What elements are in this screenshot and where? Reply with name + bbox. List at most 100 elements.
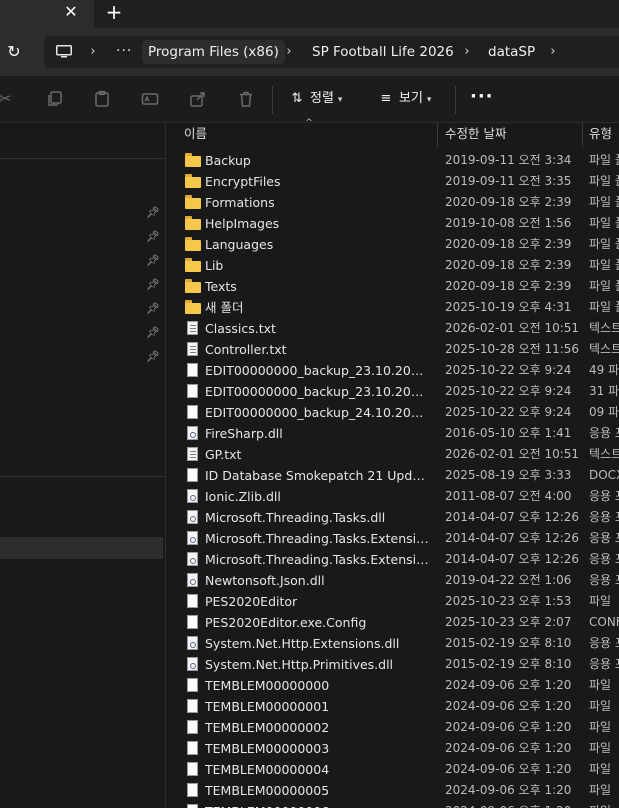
pin-icon[interactable]: 📌︎ (146, 350, 160, 364)
file-row[interactable]: Formations 2020-09-18 오후 2:39 파일 폴더 (166, 192, 619, 213)
column-modified[interactable]: 수정한 날짜 (445, 123, 506, 147)
file-name: PES2020Editor (205, 594, 298, 609)
file-row[interactable]: System.Net.Http.Extensions.dll 2015-02-19… (166, 633, 619, 654)
file-type: 응용 프로그램 확장 (589, 573, 619, 587)
computer-icon[interactable] (56, 45, 72, 58)
sort-button[interactable]: ⇅ 정렬 ▾ (288, 88, 343, 110)
breadcrumb-datasp[interactable]: dataSP (482, 40, 541, 64)
file-type: 31 파일 (589, 384, 619, 398)
file-modified-date: 2015-02-19 오후 8:10 (445, 636, 572, 650)
file-row[interactable]: System.Net.Http.Primitives.dll 2015-02-19… (166, 654, 619, 675)
file-name: EDIT00000000_backup_23.10.2025_12.1... (205, 384, 431, 399)
refresh-icon[interactable]: ↻ (4, 42, 24, 62)
folder-icon (185, 153, 201, 168)
file-row[interactable]: EncryptFiles 2019-09-11 오전 3:35 파일 폴더 (166, 171, 619, 192)
navigation-pane[interactable]: 📌︎ 📌︎ 📌︎ 📌︎ 📌︎ 📌︎ 📌︎ (0, 123, 166, 808)
file-row[interactable]: TEMBLEM00000003 2024-09-06 오후 1:20 파일 (166, 738, 619, 759)
file-name: Controller.txt (205, 342, 287, 357)
file-row[interactable]: TEMBLEM00000004 2024-09-06 오후 1:20 파일 (166, 759, 619, 780)
file-name: FireSharp.dll (205, 426, 283, 441)
address-bar[interactable]: › ··· Program Files (x86) › SP Football … (44, 36, 619, 68)
dll-file-icon (185, 510, 201, 525)
chevron-right-icon[interactable]: › (86, 42, 100, 62)
file-row[interactable]: Ionic.Zlib.dll 2011-08-07 오전 4:00 응용 프로그램 … (166, 486, 619, 507)
file-row[interactable]: Microsoft.Threading.Tasks.Extension... 20… (166, 528, 619, 549)
file-row[interactable]: PES2020Editor 2025-10-23 오후 1:53 파일 (166, 591, 619, 612)
paste-icon[interactable] (93, 90, 111, 108)
column-header: ^ 이름 수정한 날짜 유형 (166, 119, 619, 147)
file-type: DOCX (589, 468, 619, 482)
see-more-button[interactable]: ··· (470, 88, 493, 110)
copy-icon[interactable] (46, 90, 64, 108)
file-row[interactable]: GP.txt 2026-02-01 오전 10:51 텍스트 문서 (166, 444, 619, 465)
new-tab-button[interactable]: + (104, 2, 124, 22)
file-row[interactable]: ID Database Smokepatch 21 Updated.... 202… (166, 465, 619, 486)
breadcrumb-program-files[interactable]: Program Files (x86) (142, 40, 285, 64)
view-button[interactable]: ≡ 보기 ▾ (377, 88, 432, 110)
cut-icon[interactable]: ✂ (0, 90, 14, 108)
pin-icon[interactable]: 📌︎ (146, 206, 160, 220)
file-name: Newtonsoft.Json.dll (205, 573, 325, 588)
view-list-icon: ≡ (380, 91, 392, 106)
file-row[interactable]: TEMBLEM00000001 2024-09-06 오후 1:20 파일 (166, 696, 619, 717)
file-row[interactable]: TEMBLEM00000000 2024-09-06 오후 1:20 파일 (166, 675, 619, 696)
pin-icon[interactable]: 📌︎ (146, 230, 160, 244)
file-row[interactable]: Controller.txt 2025-10-28 오전 11:56 텍스트 문서 (166, 339, 619, 360)
file-row[interactable]: EDIT00000000_backup_23.10.2025_12.1... 20… (166, 381, 619, 402)
file-name: TEMBLEM00000005 (205, 783, 330, 798)
file-modified-date: 2020-09-18 오후 2:39 (445, 237, 572, 251)
pin-icon[interactable]: 📌︎ (146, 326, 160, 340)
dll-file-icon (185, 426, 201, 441)
file-modified-date: 2025-10-23 오후 2:07 (445, 615, 572, 629)
file-row[interactable]: Microsoft.Threading.Tasks.Extension... 20… (166, 549, 619, 570)
file-row[interactable]: Texts 2020-09-18 오후 2:39 파일 폴더 (166, 276, 619, 297)
file-row[interactable]: PES2020Editor.exe.Config 2025-10-23 오후 2:… (166, 612, 619, 633)
file-row[interactable]: Microsoft.Threading.Tasks.dll 2014-04-07 … (166, 507, 619, 528)
nav-divider (0, 158, 165, 159)
pin-icon[interactable]: 📌︎ (146, 278, 160, 292)
pin-icon[interactable]: 📌︎ (146, 302, 160, 316)
column-resize-handle[interactable] (437, 123, 438, 147)
file-modified-date: 2020-09-18 오후 2:39 (445, 195, 572, 209)
dll-file-icon (185, 489, 201, 504)
file-name: EncryptFiles (205, 174, 281, 189)
file-icon (185, 678, 201, 693)
delete-icon[interactable] (237, 90, 255, 108)
file-row[interactable]: 새 폴더 2025-10-19 오후 4:31 파일 폴더 (166, 297, 619, 318)
file-type: 파일 (589, 801, 619, 808)
chevron-right-icon[interactable]: › (546, 42, 560, 62)
rename-icon[interactable] (141, 90, 159, 108)
file-row[interactable]: Lib 2020-09-18 오후 2:39 파일 폴더 (166, 255, 619, 276)
file-modified-date: 2014-04-07 오후 12:26 (445, 531, 580, 545)
breadcrumb-sp-football-life[interactable]: SP Football Life 2026 (306, 40, 460, 64)
file-name: Classics.txt (205, 321, 276, 336)
file-icon (185, 363, 201, 378)
chevron-right-icon[interactable]: › (460, 42, 474, 62)
file-modified-date: 2025-10-22 오후 9:24 (445, 405, 572, 419)
file-name: Lib (205, 258, 224, 273)
file-row[interactable]: EDIT00000000_backup_23.10.2025_12.1... 20… (166, 360, 619, 381)
file-name: EDIT00000000_backup_23.10.2025_12.1... (205, 363, 431, 378)
column-resize-handle[interactable] (582, 123, 583, 147)
file-row[interactable]: EDIT00000000_backup_24.10.2025_09.0... 20… (166, 402, 619, 423)
active-tab[interactable]: ✕ (0, 0, 94, 28)
nav-selected-item[interactable] (0, 537, 163, 559)
file-type: 파일 (589, 594, 612, 608)
chevron-right-icon[interactable]: › (282, 42, 296, 62)
file-type: 파일 폴더 (589, 216, 619, 230)
file-row[interactable]: Classics.txt 2026-02-01 오전 10:51 텍스트 문서 (166, 318, 619, 339)
file-row[interactable]: FireSharp.dll 2016-05-10 오후 1:41 응용 프로그램 확… (166, 423, 619, 444)
column-type[interactable]: 유형 (589, 123, 612, 147)
file-row[interactable]: TEMBLEM00000002 2024-09-06 오후 1:20 파일 (166, 717, 619, 738)
file-row[interactable]: Languages 2020-09-18 오후 2:39 파일 폴더 (166, 234, 619, 255)
pin-icon[interactable]: 📌︎ (146, 254, 160, 268)
breadcrumb-overflow-button[interactable]: ··· (116, 41, 134, 61)
file-row[interactable]: TEMBLEM00000005 2024-09-06 오후 1:20 파일 (166, 780, 619, 801)
file-row[interactable]: Newtonsoft.Json.dll 2019-04-22 오전 1:06 응용 … (166, 570, 619, 591)
file-row[interactable]: TEMBLEM00000006 2024-09-06 오후 1:20 파일 (166, 801, 619, 808)
file-row[interactable]: HelpImages 2019-10-08 오전 1:56 파일 폴더 (166, 213, 619, 234)
file-row[interactable]: Backup 2019-09-11 오전 3:34 파일 폴더 (166, 150, 619, 171)
share-icon[interactable] (189, 90, 207, 108)
close-tab-icon[interactable]: ✕ (62, 3, 80, 21)
column-name[interactable]: 이름 (184, 123, 207, 147)
